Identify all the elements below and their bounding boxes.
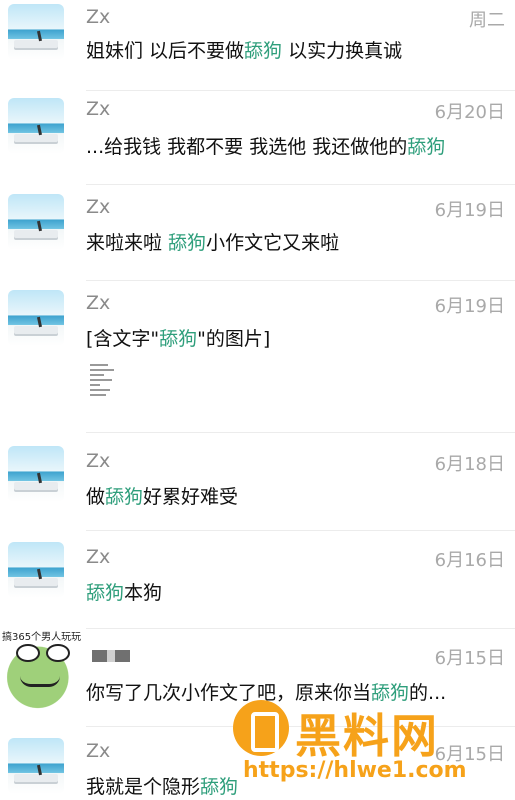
message-text: 姐妹们 以后不要做 bbox=[86, 40, 245, 62]
contact-name: Zx bbox=[86, 6, 111, 28]
message-text: "的图片] bbox=[197, 328, 271, 350]
avatar bbox=[8, 542, 64, 598]
message-date: 6月20日 bbox=[434, 102, 505, 123]
contact-name: Zx bbox=[86, 450, 111, 472]
highlighted-keyword: 舔狗 bbox=[407, 136, 446, 158]
message-text: 我就是个隐形 bbox=[86, 776, 201, 798]
contact-name: Zx bbox=[86, 292, 111, 314]
avatar bbox=[8, 446, 64, 502]
sticker-caption: 搞365个男人玩玩 bbox=[2, 632, 82, 643]
highlighted-keyword: 舔狗 bbox=[105, 486, 144, 508]
message-preview: 姐妹们 以后不要做舔狗 以实力换真诚 bbox=[86, 36, 402, 63]
message-text: 来啦来啦 bbox=[86, 232, 169, 254]
contact-name-redacted bbox=[92, 650, 130, 662]
message-text: [含文字" bbox=[86, 328, 160, 350]
message-preview: ...给我钱 我都不要 我选他 我还做他的舔狗 bbox=[86, 132, 445, 159]
highlighted-keyword: 舔狗 bbox=[159, 328, 198, 350]
message-date: 6月15日 bbox=[434, 648, 505, 669]
conversation-list: Zx 周二 姐妹们 以后不要做舔狗 以实力换真诚 Zx 6月20日 ...给我钱… bbox=[0, 0, 515, 800]
message-preview: [含文字"舔狗"的图片] bbox=[86, 324, 270, 351]
contact-name: Zx bbox=[86, 196, 111, 218]
watermark-title: 黑料网 bbox=[295, 709, 439, 763]
highlighted-keyword: 舔狗 bbox=[168, 232, 207, 254]
message-text: 以实力换真诚 bbox=[282, 40, 403, 62]
conversation-item[interactable]: Zx 6月19日 来啦来啦 舔狗小作文它又来啦 bbox=[0, 188, 515, 282]
message-date: 6月16日 bbox=[434, 550, 505, 571]
avatar bbox=[8, 290, 64, 346]
conversation-item[interactable]: Zx 6月19日 [含文字"舔狗"的图片] bbox=[0, 284, 515, 434]
message-text: 好累好难受 bbox=[143, 486, 239, 508]
message-preview: 舔狗本狗 bbox=[86, 578, 162, 605]
message-text: ...给我钱 我都不要 我选他 我还做他的 bbox=[86, 136, 408, 158]
message-date: 周二 bbox=[469, 10, 505, 31]
message-date: 6月18日 bbox=[434, 454, 505, 475]
conversation-item[interactable]: Zx 6月18日 做舔狗好累好难受 bbox=[0, 436, 515, 532]
avatar bbox=[8, 738, 64, 794]
avatar bbox=[8, 98, 64, 154]
watermark-logo-icon bbox=[233, 700, 289, 756]
conversation-item[interactable]: Zx 周二 姐妹们 以后不要做舔狗 以实力换真诚 bbox=[0, 0, 515, 91]
contact-name: Zx bbox=[86, 546, 111, 568]
message-preview: 我就是个隐形舔狗 bbox=[86, 772, 238, 799]
contact-name: Zx bbox=[86, 740, 111, 762]
message-text: 本狗 bbox=[124, 582, 163, 604]
message-preview: 做舔狗好累好难受 bbox=[86, 482, 238, 509]
message-text: 做 bbox=[86, 486, 106, 508]
highlighted-keyword: 舔狗 bbox=[86, 582, 125, 604]
message-date: 6月19日 bbox=[434, 296, 505, 317]
watermark-url: https://hlwe1.com bbox=[243, 758, 467, 783]
avatar bbox=[8, 194, 64, 250]
contact-name: Zx bbox=[86, 98, 111, 120]
highlighted-keyword: 舔狗 bbox=[244, 40, 283, 62]
message-date: 6月19日 bbox=[434, 200, 505, 221]
message-text: 小作文它又来啦 bbox=[206, 232, 340, 254]
watermark: 黑料网 https://hlwe1.com bbox=[233, 700, 503, 792]
message-preview: 来啦来啦 舔狗小作文它又来啦 bbox=[86, 228, 339, 255]
image-thumbnail[interactable] bbox=[90, 364, 116, 408]
avatar bbox=[8, 4, 64, 60]
conversation-item[interactable]: Zx 6月20日 ...给我钱 我都不要 我选他 我还做他的舔狗 bbox=[0, 92, 515, 186]
conversation-item[interactable]: Zx 6月16日 舔狗本狗 bbox=[0, 534, 515, 630]
